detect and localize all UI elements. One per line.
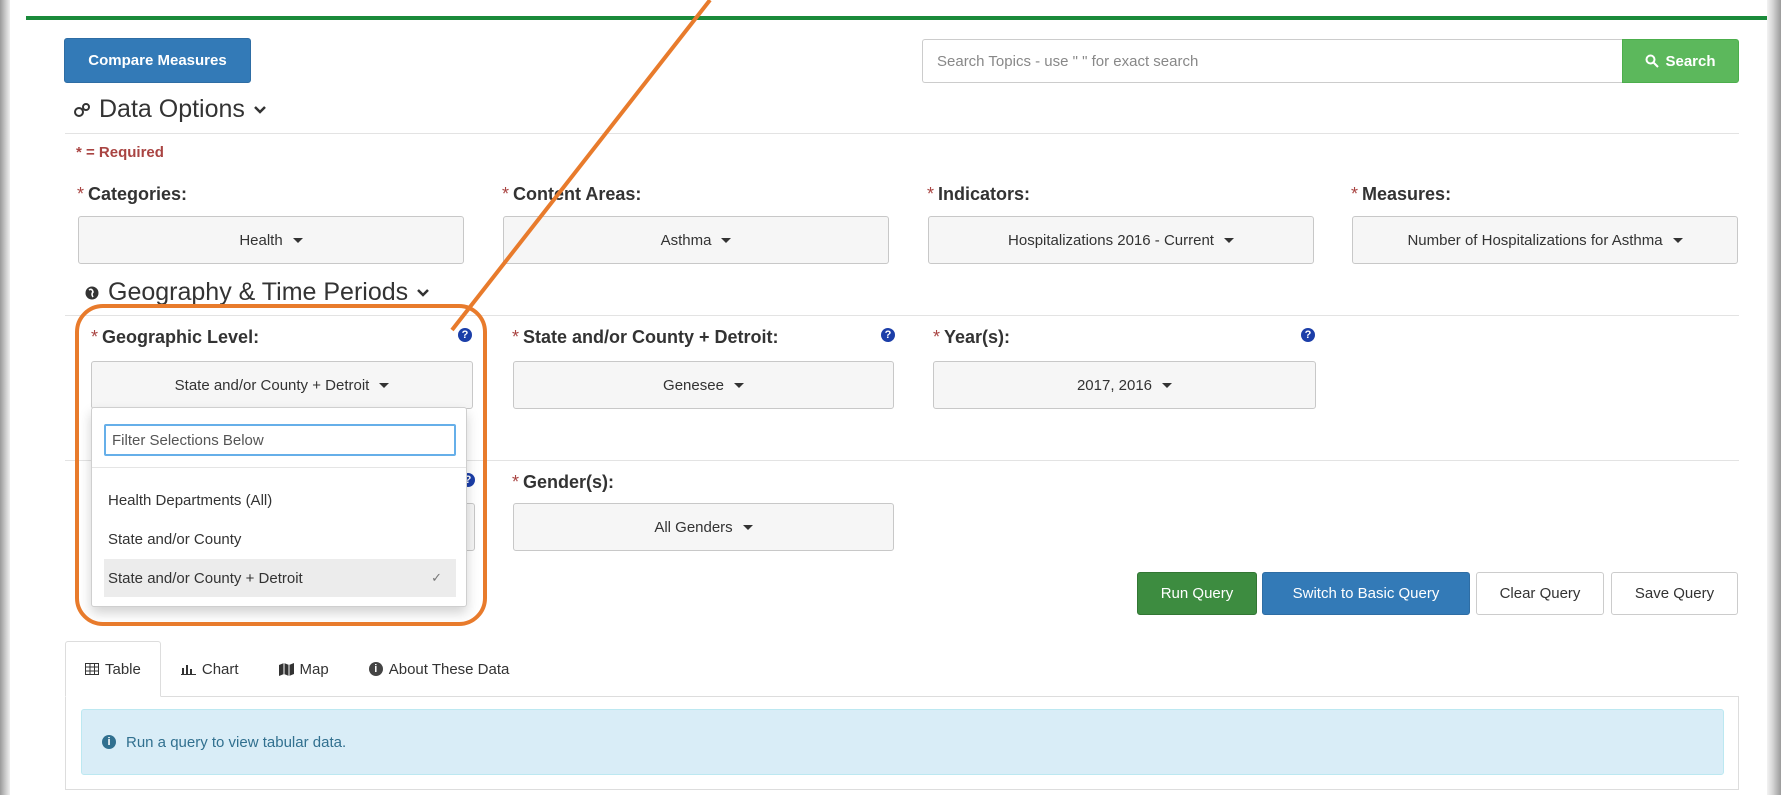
switch-basic-query-button[interactable]: Switch to Basic Query (1262, 572, 1470, 615)
tab-chart[interactable]: Chart (161, 641, 259, 697)
clear-query-button[interactable]: Clear Query (1476, 572, 1604, 615)
search-input[interactable] (922, 39, 1622, 83)
map-icon (278, 662, 294, 676)
chevron-down-icon (254, 105, 266, 114)
info-alert: i Run a query to view tabular data. (81, 709, 1724, 775)
help-icon[interactable]: ? (881, 328, 895, 342)
caret-down-icon (379, 382, 390, 388)
years-label: * Year(s): (933, 327, 1011, 347)
compare-measures-button[interactable]: Compare Measures (64, 38, 251, 83)
indicators-label: * Indicators: (927, 184, 1031, 204)
categories-select[interactable]: Health (78, 216, 464, 264)
tab-table[interactable]: Table (65, 641, 161, 697)
run-query-button[interactable]: Run Query (1137, 572, 1257, 615)
help-icon[interactable]: ? (458, 328, 472, 342)
globe-icon (85, 286, 99, 299)
geographic-level-dropdown: Health Departments (All) State and/or Co… (91, 407, 467, 607)
years-select[interactable]: 2017, 2016 (933, 361, 1316, 409)
info-icon: i (102, 735, 116, 749)
caret-down-icon (292, 237, 303, 243)
page-frame: Compare Measures Search Data Options * =… (0, 0, 1781, 795)
info-message: Run a query to view tabular data. (126, 733, 347, 751)
tab-about[interactable]: i About These Data (349, 641, 530, 697)
data-options-title: Data Options (99, 95, 245, 123)
top-accent-bar (26, 16, 1768, 20)
caret-down-icon (1672, 237, 1683, 243)
divider (65, 315, 1739, 316)
caret-down-icon (1162, 382, 1173, 388)
save-query-button[interactable]: Save Query (1611, 572, 1738, 615)
divider (65, 133, 1739, 134)
content-areas-select[interactable]: Asthma (503, 216, 889, 264)
search-button[interactable]: Search (1622, 39, 1739, 83)
filter-input[interactable] (104, 424, 456, 456)
caret-down-icon (721, 237, 732, 243)
help-icon[interactable]: ? (1301, 328, 1315, 342)
dropdown-option-selected[interactable]: State and/or County + Detroit ✓ (104, 559, 456, 597)
measures-select[interactable]: Number of Hospitalizations for Asthma (1352, 216, 1738, 264)
geographic-level-label: * Geographic Level: (91, 327, 260, 347)
search-icon (1645, 54, 1660, 68)
dropdown-divider (92, 467, 466, 468)
county-label: * State and/or County + Detroit: (512, 327, 779, 347)
dropdown-option[interactable]: Health Departments (All) (104, 481, 456, 519)
geography-title: Geography & Time Periods (108, 278, 409, 306)
result-tabs: Table Chart Map i About These Data (65, 641, 529, 697)
bar-chart-icon (180, 665, 196, 675)
compare-measures-label: Compare Measures (88, 52, 227, 69)
geography-toggle[interactable]: Geography & Time Periods (84, 278, 430, 307)
caret-down-icon (742, 524, 753, 530)
data-options-toggle[interactable]: Data Options (73, 95, 267, 124)
caret-down-icon (733, 382, 744, 388)
table-icon (85, 663, 99, 675)
measures-label: * Measures: (1351, 184, 1452, 204)
content-areas-label: * Content Areas: (502, 184, 642, 204)
caret-down-icon (1223, 237, 1234, 243)
tab-map[interactable]: Map (259, 641, 349, 697)
check-icon: ✓ (431, 570, 442, 585)
genders-select[interactable]: All Genders (513, 503, 894, 551)
search-label: Search (1665, 52, 1716, 70)
county-select[interactable]: Genesee (513, 361, 894, 409)
gears-icon (74, 102, 90, 117)
info-icon: i (368, 662, 383, 676)
chevron-down-icon (417, 288, 430, 297)
required-note: * = Required (76, 144, 164, 161)
indicators-select[interactable]: Hospitalizations 2016 - Current (928, 216, 1314, 264)
dropdown-option[interactable]: State and/or County (104, 520, 456, 558)
categories-label: * Categories: (77, 184, 188, 204)
geographic-level-select[interactable]: State and/or County + Detroit (91, 361, 473, 409)
genders-label: * Gender(s): (512, 472, 615, 492)
